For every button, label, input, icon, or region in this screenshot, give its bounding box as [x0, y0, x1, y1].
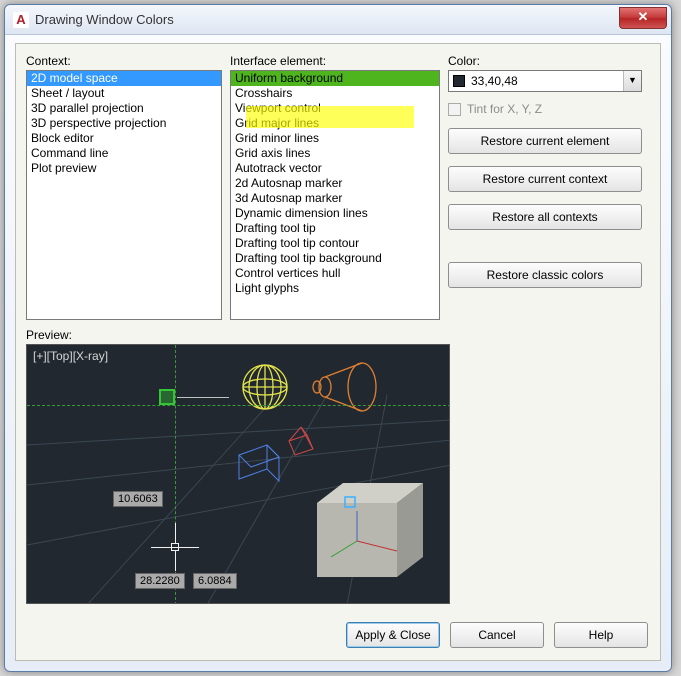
- interface-item[interactable]: Uniform background: [231, 71, 439, 86]
- interface-item[interactable]: Drafting tool tip background: [231, 251, 439, 266]
- grid-axis-x: [27, 405, 450, 406]
- color-label: Color:: [448, 54, 650, 68]
- dialog-content: Context: 2D model space Sheet / layout 3…: [15, 43, 661, 661]
- dialog-buttons: Apply & Close Cancel Help: [346, 622, 648, 648]
- tint-checkbox[interactable]: [448, 103, 461, 116]
- restore-all-button[interactable]: Restore all contexts: [448, 204, 642, 230]
- interface-label: Interface element:: [230, 54, 440, 68]
- restore-classic-button[interactable]: Restore classic colors: [448, 262, 642, 288]
- context-item[interactable]: 3D perspective projection: [27, 116, 221, 131]
- interface-item[interactable]: 2d Autosnap marker: [231, 176, 439, 191]
- interface-column: Interface element: Uniform background Cr…: [230, 54, 440, 320]
- chevron-down-icon: ▼: [623, 71, 641, 91]
- app-icon: A: [13, 12, 29, 28]
- crosshair-cursor-icon: [151, 523, 199, 571]
- color-column: Color: 33,40,48 ▼ Tint for X, Y, Z Resto…: [448, 54, 650, 320]
- interface-item[interactable]: Drafting tool tip contour: [231, 236, 439, 251]
- context-column: Context: 2D model space Sheet / layout 3…: [26, 54, 222, 320]
- apply-close-button[interactable]: Apply & Close: [346, 622, 440, 648]
- interface-item[interactable]: Autotrack vector: [231, 161, 439, 176]
- restore-element-button[interactable]: Restore current element: [448, 128, 642, 154]
- interface-item[interactable]: Grid major lines: [231, 116, 439, 131]
- interface-listbox[interactable]: Uniform background Crosshairs Viewport c…: [230, 70, 440, 320]
- context-item[interactable]: 2D model space: [27, 71, 221, 86]
- interface-item[interactable]: Crosshairs: [231, 86, 439, 101]
- help-button[interactable]: Help: [554, 622, 648, 648]
- interface-item[interactable]: 3d Autosnap marker: [231, 191, 439, 206]
- preview-line: [177, 397, 229, 398]
- dimension-value: 28.2280: [135, 573, 185, 589]
- context-item[interactable]: Block editor: [27, 131, 221, 146]
- interface-item[interactable]: Grid axis lines: [231, 146, 439, 161]
- context-item[interactable]: 3D parallel projection: [27, 101, 221, 116]
- cancel-button[interactable]: Cancel: [450, 622, 544, 648]
- restore-context-button[interactable]: Restore current context: [448, 166, 642, 192]
- dimension-value: 6.0884: [193, 573, 237, 589]
- interface-item[interactable]: Light glyphs: [231, 281, 439, 296]
- context-item[interactable]: Sheet / layout: [27, 86, 221, 101]
- window-title: Drawing Window Colors: [35, 12, 619, 27]
- interface-item[interactable]: Dynamic dimension lines: [231, 206, 439, 221]
- interface-item[interactable]: Grid minor lines: [231, 131, 439, 146]
- titlebar[interactable]: A Drawing Window Colors ✕: [5, 5, 671, 35]
- close-button[interactable]: ✕: [619, 7, 667, 29]
- interface-item[interactable]: Viewport control: [231, 101, 439, 116]
- preview-panel: [+][Top][X-ray]: [26, 344, 450, 604]
- interface-item[interactable]: Control vertices hull: [231, 266, 439, 281]
- color-dropdown[interactable]: 33,40,48 ▼: [448, 70, 642, 92]
- dimension-value: 10.6063: [113, 491, 163, 507]
- preview-label: Preview:: [26, 328, 650, 342]
- color-value: 33,40,48: [471, 74, 518, 88]
- autosnap-marker-icon: [159, 389, 175, 405]
- tint-checkbox-row: Tint for X, Y, Z: [448, 102, 650, 116]
- context-listbox[interactable]: 2D model space Sheet / layout 3D paralle…: [26, 70, 222, 320]
- interface-item[interactable]: Drafting tool tip: [231, 221, 439, 236]
- context-item[interactable]: Plot preview: [27, 161, 221, 176]
- color-swatch: [453, 75, 465, 87]
- dialog-window: A Drawing Window Colors ✕ Context: 2D mo…: [4, 4, 672, 672]
- context-item[interactable]: Command line: [27, 146, 221, 161]
- preview-graphics: [27, 345, 450, 604]
- context-label: Context:: [26, 54, 222, 68]
- tint-label: Tint for X, Y, Z: [467, 102, 542, 116]
